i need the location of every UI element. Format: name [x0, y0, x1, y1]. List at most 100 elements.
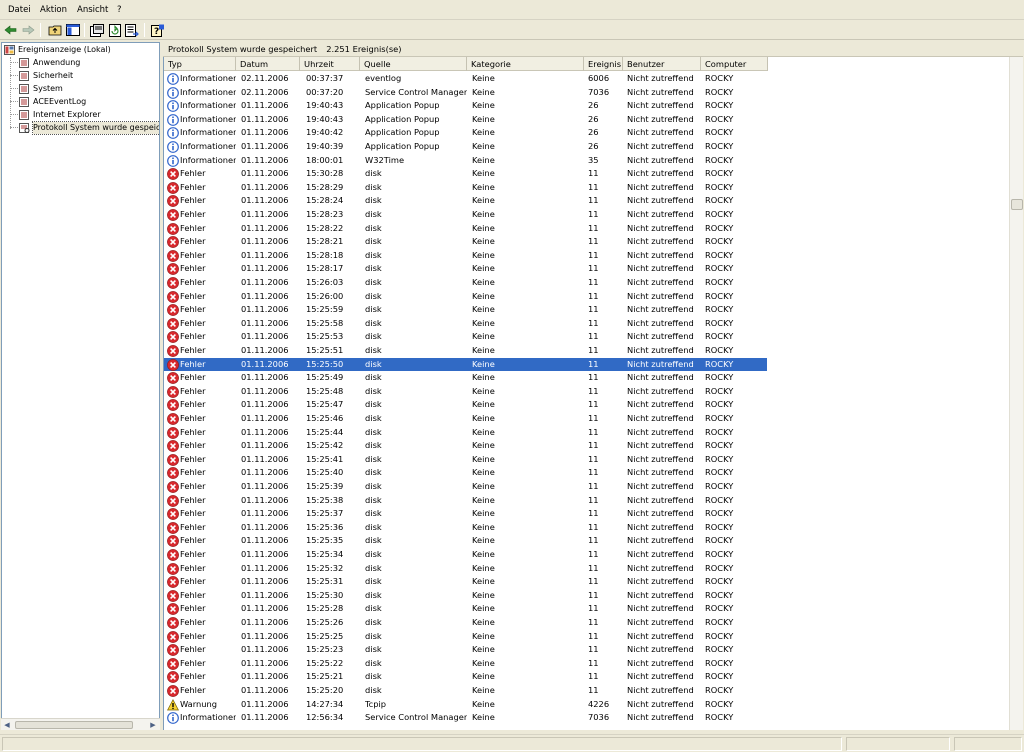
- cell-event-id: 11: [588, 249, 599, 260]
- table-row[interactable]: Fehler 01.11.2006 15:28:23 disk Keine 11 Nicht…: [164, 208, 767, 222]
- help-icon[interactable]: ?: [151, 23, 165, 37]
- table-row[interactable]: Fehler 01.11.2006 15:25:47 disk Keine 11 Nicht…: [164, 398, 767, 412]
- cell-time: 19:40:39: [306, 141, 344, 151]
- tree-horizontal-scrollbar[interactable]: ◀ ▶: [1, 718, 160, 730]
- table-row[interactable]: Fehler 01.11.2006 15:25:48 disk Keine 11 Nicht…: [164, 385, 767, 399]
- menu-aktion[interactable]: Aktion: [40, 5, 67, 15]
- scroll-thumb[interactable]: [15, 721, 133, 729]
- table-row[interactable]: Informationen 01.11.2006 19:40:42 Applicati…: [164, 126, 767, 140]
- cell-user: Nicht zutreffend: [627, 630, 694, 641]
- table-row[interactable]: Fehler 01.11.2006 15:25:37 disk Keine 11 Nicht…: [164, 507, 767, 521]
- cell-event-id: 11: [588, 195, 599, 206]
- table-row[interactable]: Fehler 01.11.2006 15:25:23 disk Keine 11 Nicht…: [164, 643, 767, 657]
- table-row[interactable]: Fehler 01.11.2006 15:25:50 disk Keine 11 Nicht…: [164, 357, 767, 372]
- table-row[interactable]: Fehler 01.11.2006 15:25:20 disk Keine 11 Nicht…: [164, 684, 767, 698]
- column-uhrzeit[interactable]: Uhrzeit: [300, 57, 360, 71]
- menu-help[interactable]: ?: [117, 5, 122, 15]
- table-row[interactable]: Fehler 01.11.2006 15:25:39 disk Keine 11 Nicht…: [164, 480, 767, 494]
- refresh-icon[interactable]: [108, 23, 122, 37]
- table-row[interactable]: Fehler 01.11.2006 15:25:28 disk Keine 11 Nicht…: [164, 602, 767, 616]
- cell-computer: ROCKY: [705, 304, 734, 315]
- table-row[interactable]: Fehler 01.11.2006 15:25:34 disk Keine 11 Nicht…: [164, 548, 767, 562]
- table-row[interactable]: Informationen 01.11.2006 19:40:43 Applicati…: [164, 113, 767, 127]
- table-row[interactable]: Fehler 01.11.2006 15:28:29 disk Keine 11 Nicht…: [164, 181, 767, 195]
- table-row[interactable]: Fehler 01.11.2006 15:25:31 disk Keine 11 Nicht…: [164, 575, 767, 589]
- table-row[interactable]: Informationen 01.11.2006 19:40:39 Applicati…: [164, 140, 767, 154]
- cell-category: Keine: [472, 413, 495, 423]
- cell-event-id: 7036: [588, 712, 610, 723]
- table-row[interactable]: Fehler 01.11.2006 15:25:25 disk Keine 11 Nicht…: [164, 630, 767, 644]
- cell-type: Fehler: [180, 209, 206, 219]
- table-row[interactable]: Fehler 01.11.2006 15:25:35 disk Keine 11 Nicht…: [164, 534, 767, 548]
- cell-date: 01.11.2006: [241, 440, 289, 451]
- table-row[interactable]: Warnung 01.11.2006 14:27:34 Tcpip Keine 4226 N…: [164, 698, 767, 712]
- show-hide-tree-icon[interactable]: [66, 23, 80, 37]
- column-benutzer[interactable]: Benutzer: [623, 57, 701, 71]
- scroll-right-icon[interactable]: ▶: [148, 720, 158, 730]
- table-row[interactable]: Informationen 02.11.2006 00:37:37 eventlog K…: [164, 72, 767, 86]
- table-row[interactable]: Informationen 01.11.2006 19:40:43 Applicati…: [164, 99, 767, 113]
- cell-event-id: 11: [588, 671, 599, 682]
- column-datum[interactable]: Datum: [236, 57, 300, 71]
- table-row[interactable]: Fehler 01.11.2006 15:28:18 disk Keine 11 Nicht…: [164, 249, 767, 263]
- table-row[interactable]: Fehler 01.11.2006 15:25:42 disk Keine 11 Nicht…: [164, 439, 767, 453]
- list-vertical-scrollbar[interactable]: [1009, 57, 1023, 730]
- up-folder-icon[interactable]: [48, 23, 62, 37]
- column-typ[interactable]: Typ: [164, 57, 236, 71]
- column-quelle[interactable]: Quelle: [360, 57, 467, 71]
- table-row[interactable]: Fehler 01.11.2006 15:28:17 disk Keine 11 Nicht…: [164, 262, 767, 276]
- column-kategorie[interactable]: Kategorie: [467, 57, 584, 71]
- export-list-icon[interactable]: [125, 23, 139, 37]
- cell-source: disk: [365, 630, 382, 641]
- cell-computer: ROCKY: [705, 698, 734, 709]
- scroll-thumb[interactable]: [1011, 199, 1023, 210]
- properties-icon[interactable]: [90, 23, 104, 37]
- table-row[interactable]: Fehler 01.11.2006 15:25:38 disk Keine 11 Nicht…: [164, 494, 767, 508]
- cell-category: Keine: [472, 209, 495, 219]
- error-icon: [167, 222, 179, 235]
- column-ereignis[interactable]: Ereignis: [584, 57, 623, 71]
- forward-icon[interactable]: [21, 23, 35, 37]
- table-row[interactable]: Fehler 01.11.2006 15:25:41 disk Keine 11 Nicht…: [164, 453, 767, 467]
- table-row[interactable]: Fehler 01.11.2006 15:25:49 disk Keine 11 Nicht…: [164, 371, 767, 385]
- table-row[interactable]: Fehler 01.11.2006 15:25:32 disk Keine 11 Nicht…: [164, 562, 767, 576]
- back-icon[interactable]: [3, 23, 17, 37]
- table-row[interactable]: Fehler 01.11.2006 15:25:21 disk Keine 11 Nicht…: [164, 670, 767, 684]
- table-row[interactable]: Fehler 01.11.2006 15:25:36 disk Keine 11 Nicht…: [164, 521, 767, 535]
- cell-computer: ROCKY: [705, 630, 734, 641]
- table-row[interactable]: Informationen 01.11.2006 18:00:01 W32Time Ke…: [164, 154, 767, 168]
- cell-time: 15:25:36: [306, 521, 344, 532]
- cell-category: Keine: [472, 671, 495, 682]
- cell-type: Informationen: [180, 154, 236, 165]
- cell-category: Keine: [472, 399, 495, 410]
- cell-date: 01.11.2006: [241, 304, 289, 315]
- cell-category: Keine: [472, 141, 495, 151]
- table-row[interactable]: Fehler 01.11.2006 15:25:26 disk Keine 11 Nicht…: [164, 616, 767, 630]
- table-row[interactable]: Informationen 02.11.2006 00:37:20 Service C…: [164, 86, 767, 100]
- table-row[interactable]: Fehler 01.11.2006 15:25:22 disk Keine 11 Nicht…: [164, 657, 767, 671]
- table-row[interactable]: Fehler 01.11.2006 15:25:53 disk Keine 11 Nicht…: [164, 330, 767, 344]
- table-row[interactable]: Fehler 01.11.2006 15:28:22 disk Keine 11 Nicht…: [164, 222, 767, 236]
- cell-user: Nicht zutreffend: [627, 521, 694, 532]
- table-row[interactable]: Fehler 01.11.2006 15:28:21 disk Keine 11 Nicht…: [164, 235, 767, 249]
- column-computer[interactable]: Computer: [701, 57, 768, 71]
- scroll-left-icon[interactable]: ◀: [2, 720, 12, 730]
- table-row[interactable]: Fehler 01.11.2006 15:25:40 disk Keine 11 Nicht…: [164, 466, 767, 480]
- menu-ansicht[interactable]: Ansicht: [77, 5, 108, 15]
- cell-source: disk: [365, 481, 382, 491]
- menu-datei[interactable]: Datei: [8, 5, 31, 15]
- table-row[interactable]: Fehler 01.11.2006 15:25:46 disk Keine 11 Nicht…: [164, 412, 767, 426]
- tree-item-label: Anwendung: [33, 58, 81, 67]
- table-row[interactable]: Fehler 01.11.2006 15:26:00 disk Keine 11 Nicht…: [164, 290, 767, 304]
- table-row[interactable]: Fehler 01.11.2006 15:26:03 disk Keine 11 Nicht…: [164, 276, 767, 290]
- table-row[interactable]: Informationen 01.11.2006 12:56:34 Service C…: [164, 711, 767, 725]
- cell-type: Fehler: [180, 249, 206, 260]
- table-row[interactable]: Fehler 01.11.2006 15:25:58 disk Keine 11 Nicht…: [164, 317, 767, 331]
- table-row[interactable]: Fehler 01.11.2006 15:25:51 disk Keine 11 Nicht…: [164, 344, 767, 358]
- cell-type: Informationen: [180, 127, 236, 138]
- table-row[interactable]: Fehler 01.11.2006 15:28:24 disk Keine 11 Nicht…: [164, 194, 767, 208]
- table-row[interactable]: Fehler 01.11.2006 15:25:59 disk Keine 11 Nicht…: [164, 303, 767, 317]
- table-row[interactable]: Fehler 01.11.2006 15:30:28 disk Keine 11 Nicht…: [164, 167, 767, 181]
- table-row[interactable]: Fehler 01.11.2006 15:25:30 disk Keine 11 Nicht…: [164, 589, 767, 603]
- table-row[interactable]: Fehler 01.11.2006 15:25:44 disk Keine 11 Nicht…: [164, 426, 767, 440]
